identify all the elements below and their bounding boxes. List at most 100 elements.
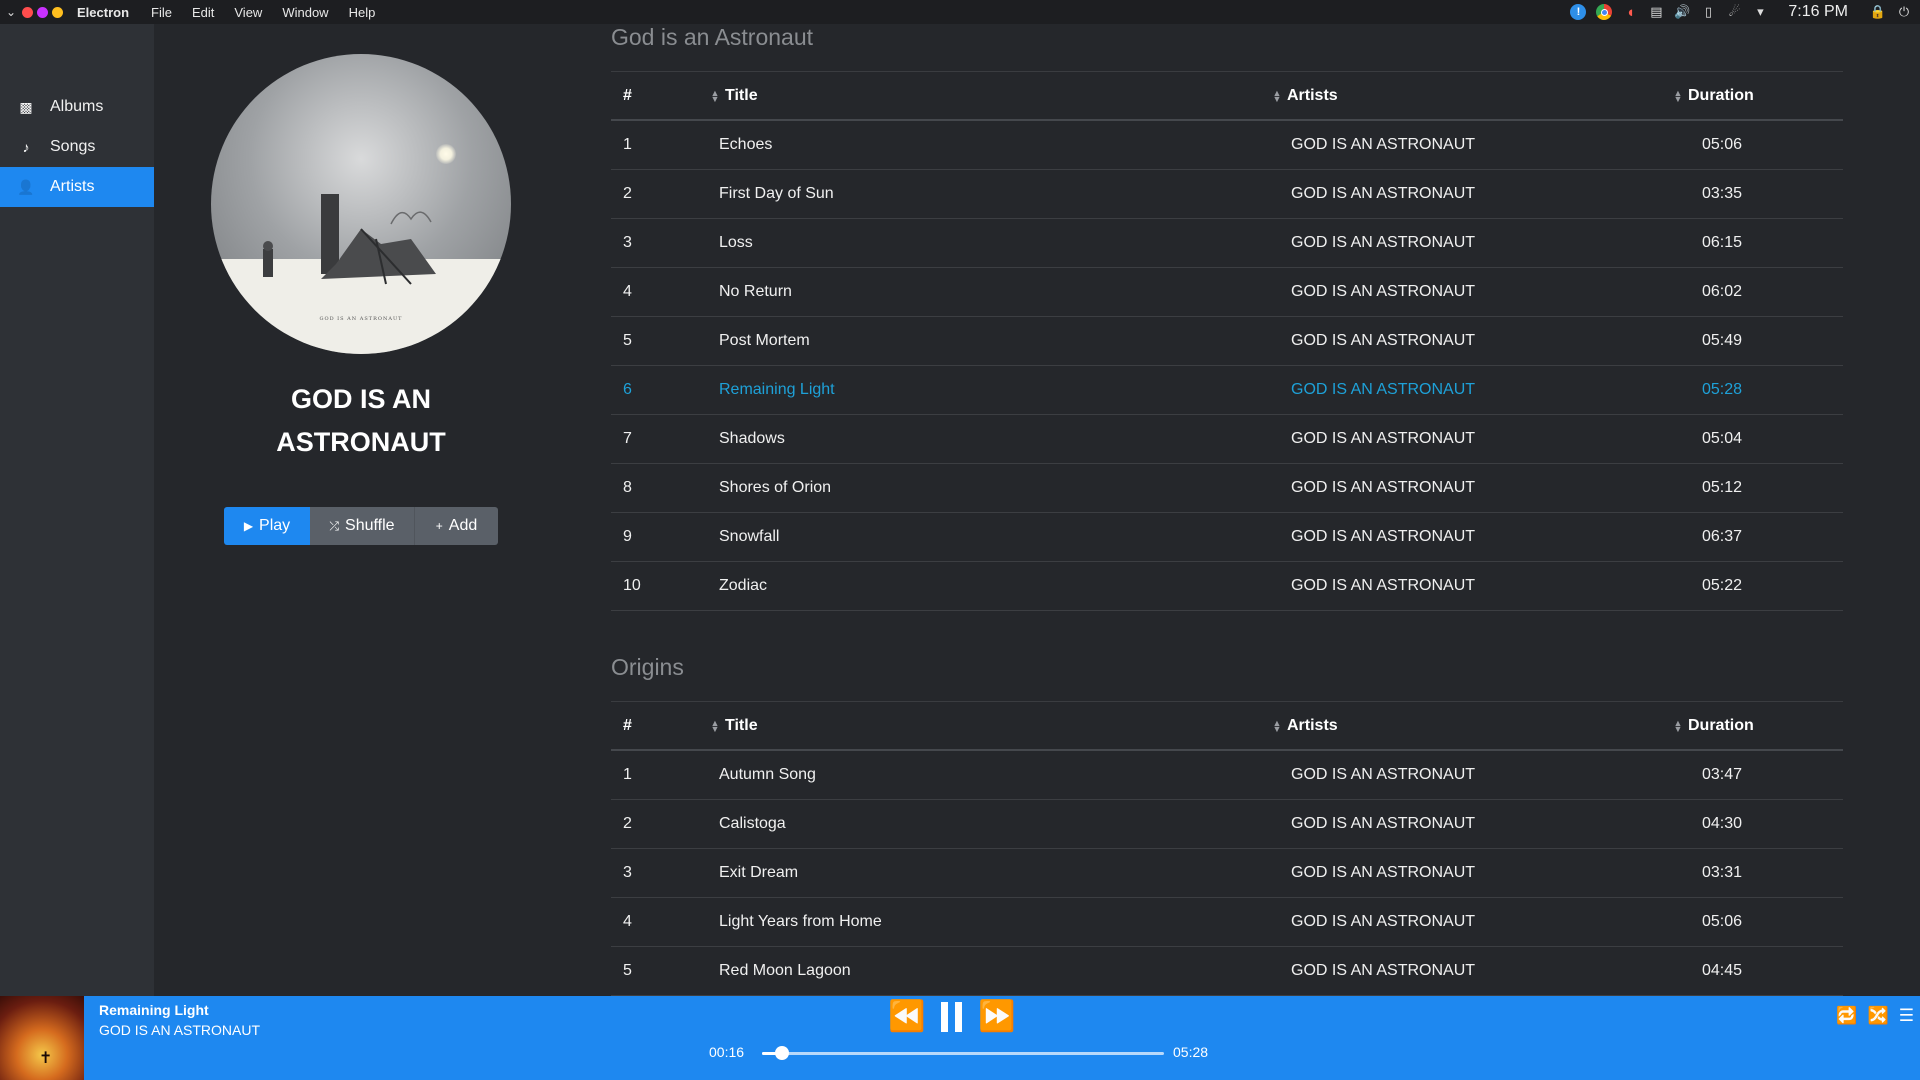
dropdown-arrow-icon[interactable]: ▾	[1752, 4, 1768, 20]
album-section: God is an Astronaut # ▲ ▼ Title ▲ ▼ Artists ▲ ▼ Du…	[611, 24, 1843, 611]
app-menu[interactable]: Electron	[77, 5, 129, 20]
track-number: 5	[623, 332, 632, 349]
chrome-icon[interactable]	[1596, 4, 1613, 20]
shuffle-button[interactable]: ⤮ Shuffle	[310, 507, 414, 545]
sidebar-item-label: Artists	[50, 178, 95, 195]
column-header-artists[interactable]: ▲ ▼ Artists	[1271, 87, 1682, 105]
menu-window[interactable]: Window	[282, 5, 328, 20]
info-icon[interactable]: !	[1570, 4, 1587, 20]
play-button-label: Play	[259, 517, 291, 534]
album-title[interactable]: Origins	[611, 654, 1843, 680]
track-duration: 03:35	[1702, 185, 1743, 202]
table-row[interactable]: 7 Shadows GOD IS AN ASTRONAUT 05:04	[611, 415, 1843, 464]
column-header-duration[interactable]: ▲ ▼ Duration	[1672, 717, 1813, 735]
sort-icon: ▲ ▼	[710, 87, 720, 104]
track-number: 1	[623, 766, 632, 783]
artist-name-line2: ASTRONAUT	[276, 427, 446, 457]
progress-track[interactable]	[762, 1052, 1164, 1055]
menu-edit[interactable]: Edit	[192, 5, 214, 20]
table-row[interactable]: 2 Calistoga GOD IS AN ASTRONAUT 04:30	[611, 800, 1843, 849]
table-row[interactable]: 1 Echoes GOD IS AN ASTRONAUT 05:06	[611, 121, 1843, 170]
menu-file[interactable]: File	[151, 5, 172, 20]
track-title: Calistoga	[719, 815, 786, 832]
sidebar-item-songs[interactable]: ♪ Songs	[0, 127, 154, 167]
maximize-dot[interactable]	[52, 6, 63, 18]
clock[interactable]: 7:16 PM	[1788, 3, 1848, 21]
ghost-icon[interactable]: ◖	[1622, 4, 1638, 21]
column-header-title[interactable]: ▲ ▼ Title	[705, 717, 1281, 735]
album-title[interactable]: God is an Astronaut	[611, 24, 1843, 50]
clipboard-icon[interactable]: ▤	[1648, 4, 1664, 20]
track-duration: 05:06	[1702, 136, 1743, 153]
menu-view[interactable]: View	[234, 5, 262, 20]
cover-caption: GOD IS AN ASTRONAUT	[319, 316, 403, 322]
artist-action-buttons: ▶ Play ⤮ Shuffle + Add	[224, 507, 498, 545]
track-duration: 05:49	[1702, 332, 1743, 349]
track-duration: 06:37	[1702, 528, 1743, 545]
sidebar-item-artists[interactable]: 👤 Artists	[0, 167, 154, 207]
lock-icon[interactable]: 🔒	[1870, 4, 1886, 20]
minimize-dot[interactable]	[37, 6, 48, 18]
track-number: 8	[623, 479, 632, 496]
table-row-now-playing[interactable]: 6 Remaining Light GOD IS AN ASTRONAUT 05:28	[611, 366, 1843, 415]
table-row[interactable]: 4 No Return GOD IS AN ASTRONAUT 06:02	[611, 268, 1843, 317]
pause-bar	[955, 1002, 963, 1032]
system-tray: ! ◖ ▤ 🔊 ▯ ☄ ▾ 7:16 PM 🔒 ⏻	[1570, 0, 1920, 24]
column-header-artists[interactable]: ▲ ▼ Artists	[1271, 717, 1682, 735]
sort-icon: ▲ ▼	[1272, 87, 1282, 104]
rewind-icon[interactable]: ⏪	[888, 998, 925, 1036]
total-time: 05:28	[1173, 1044, 1209, 1060]
shuffle-icon: ⤮	[329, 518, 340, 533]
queue-list-icon[interactable]: ☰	[1899, 1006, 1914, 1026]
pause-button[interactable]	[935, 998, 968, 1036]
now-playing-title[interactable]: Remaining Light	[99, 1000, 260, 1020]
table-row[interactable]: 10 Zodiac GOD IS AN ASTRONAUT 05:22	[611, 562, 1843, 611]
column-header-number: #	[611, 87, 715, 105]
now-playing-artist[interactable]: GOD IS AN ASTRONAUT	[99, 1020, 260, 1040]
column-header-duration[interactable]: ▲ ▼ Duration	[1672, 87, 1813, 105]
track-duration: 05:12	[1702, 479, 1743, 496]
track-duration: 05:22	[1702, 577, 1743, 594]
track-number: 4	[623, 913, 632, 930]
battery-icon[interactable]: ▯	[1700, 4, 1716, 20]
table-row[interactable]: 1 Autumn Song GOD IS AN ASTRONAUT 03:47	[611, 751, 1843, 800]
fast-forward-icon[interactable]: ⏩	[978, 998, 1015, 1036]
column-header-label: Title	[725, 716, 758, 734]
table-row[interactable]: 3 Loss GOD IS AN ASTRONAUT 06:15	[611, 219, 1843, 268]
chevron-down-icon[interactable]: ⌄	[0, 5, 22, 19]
elapsed-time: 00:16	[709, 1044, 745, 1060]
player-bar: ✝ Remaining Light GOD IS AN ASTRONAUT ⏪ …	[0, 996, 1920, 1080]
table-row[interactable]: 9 Snowfall GOD IS AN ASTRONAUT 06:37	[611, 513, 1843, 562]
album-list: God is an Astronaut # ▲ ▼ Title ▲ ▼ Artists ▲ ▼ Du…	[611, 24, 1843, 996]
play-button[interactable]: ▶ Play	[224, 507, 310, 545]
now-playing-cover[interactable]: ✝	[0, 996, 84, 1080]
column-header-title[interactable]: ▲ ▼ Title	[705, 87, 1281, 105]
table-row[interactable]: 5 Post Mortem GOD IS AN ASTRONAUT 05:49	[611, 317, 1843, 366]
volume-icon[interactable]: 🔊	[1674, 4, 1690, 20]
close-dot[interactable]	[22, 6, 33, 18]
menu-help[interactable]: Help	[349, 5, 376, 20]
track-title: Loss	[719, 234, 753, 251]
column-header-label: Title	[725, 86, 758, 104]
artist-name-line1: GOD IS AN	[290, 384, 431, 414]
track-title: Snowfall	[719, 528, 780, 545]
shuffle-icon[interactable]: 🔀	[1868, 1006, 1889, 1026]
table-row[interactable]: 5 Red Moon Lagoon GOD IS AN ASTRONAUT 04:45	[611, 947, 1843, 996]
repeat-icon[interactable]: 🔁	[1836, 1006, 1857, 1026]
play-icon: ▶	[243, 519, 254, 533]
wifi-icon[interactable]: ☄	[1726, 4, 1742, 20]
table-row[interactable]: 2 First Day of Sun GOD IS AN ASTRONAUT 03:3…	[611, 170, 1843, 219]
table-row[interactable]: 3 Exit Dream GOD IS AN ASTRONAUT 03:31	[611, 849, 1843, 898]
track-duration: 05:04	[1702, 430, 1743, 447]
sidebar-item-albums[interactable]: ▩ Albums	[0, 87, 154, 127]
column-header-label: Artists	[1287, 716, 1338, 734]
track-duration: 06:15	[1702, 234, 1743, 251]
add-button-label: Add	[448, 517, 478, 534]
track-artist: GOD IS AN ASTRONAUT	[1291, 479, 1476, 496]
table-header: # ▲ ▼ Title ▲ ▼ Artists ▲ ▼ Duration	[611, 71, 1843, 121]
table-row[interactable]: 4 Light Years from Home GOD IS AN ASTRONAU…	[611, 898, 1843, 947]
add-button[interactable]: + Add	[414, 507, 498, 545]
progress-handle[interactable]	[774, 1046, 789, 1060]
power-icon[interactable]: ⏻	[1896, 4, 1912, 20]
table-row[interactable]: 8 Shores of Orion GOD IS AN ASTRONAUT 05:12	[611, 464, 1843, 513]
